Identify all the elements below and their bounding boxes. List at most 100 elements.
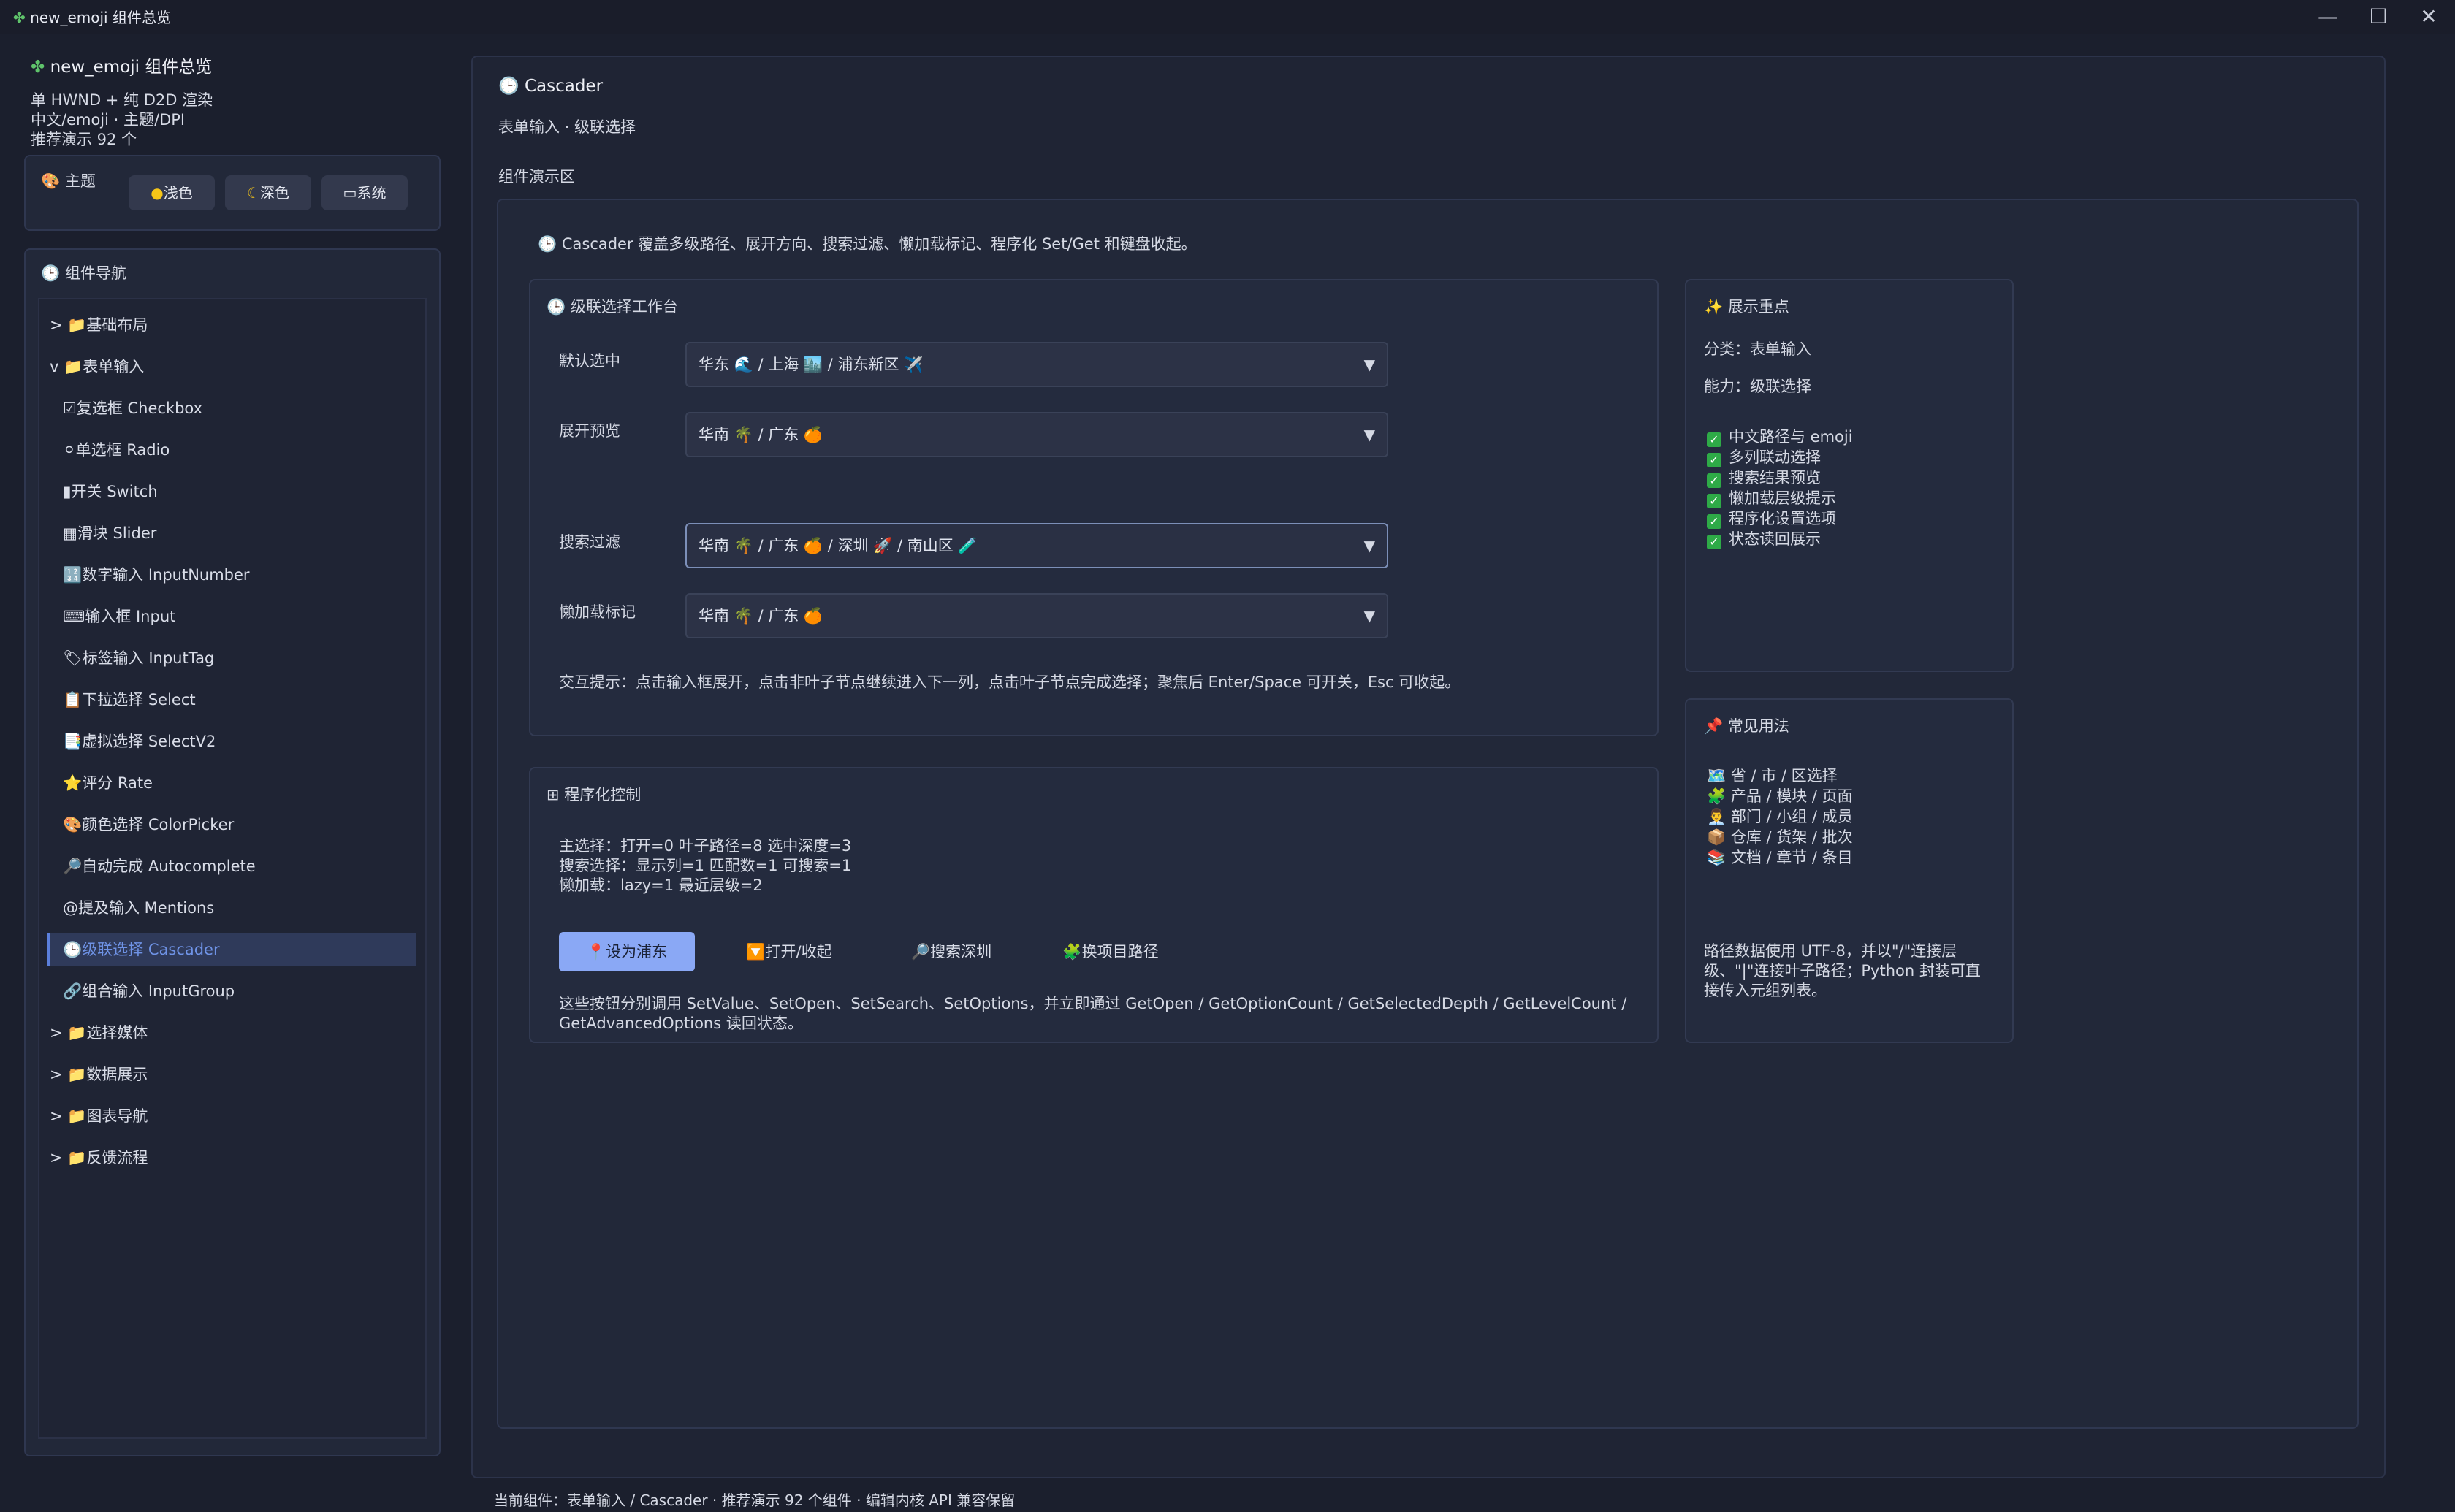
usage-note: 接传入元组列表。 [1704,982,1827,999]
page-title: 🕒 Cascader [498,77,604,96]
nav-item-basic-layout[interactable]: > 📁基础布局 [50,308,415,342]
sparkle-icon: ✨ [1704,298,1724,316]
program-note: 这些按钮分别调用 SetValue、SetOpen、SetSearch、SetO… [559,995,1627,1012]
nav-item-feedback-flow[interactable]: > 📁反馈流程 [50,1141,415,1175]
row-label-lazy: 懒加载标记 [559,603,636,621]
check-icon: ✓ [1707,453,1721,467]
usage-item: 🗺️ 省 / 市 / 区选择 [1707,767,1838,784]
theme-light-button[interactable]: ●浅色 [129,175,215,210]
caret-down-icon: ▼ [1363,356,1375,373]
cascader-search-filter[interactable]: 华南 🌴 / 广东 🍊 / 深圳 🚀 / 南山区 🧪 ▼ [685,523,1388,568]
highlights-title: ✨ 展示重点 [1704,298,1789,316]
sidebar-meta-line: 推荐演示 92 个 [31,131,137,148]
highlight-item: ✓ 懒加载层级提示 [1707,486,1836,508]
usage-title: 📌 常见用法 [1704,717,1789,735]
usage-item: 📦 仓库 / 货架 / 批次 [1707,828,1853,846]
close-button[interactable]: ✕ [2407,3,2451,31]
minimize-button[interactable]: — [2306,3,2350,31]
nav-item-select[interactable]: 📋下拉选择 Select [63,683,415,717]
nav-item-input-tag[interactable]: 🏷标签输入 InputTag [63,641,415,675]
puzzle-icon: ✤ [13,9,26,26]
highlight-item: ✓ 中文路径与 emoji [1707,425,1853,447]
usage-item: 👨‍💼 部门 / 小组 / 成员 [1707,808,1853,825]
nav-item-input[interactable]: ⌨输入框 Input [63,600,415,633]
program-title: ⊞ 程序化控制 [547,786,642,803]
puzzle-icon: ✤ [31,58,45,77]
nav-title: 🕒 组件导航 [41,264,126,282]
highlight-item: ✓ 多列联动选择 [1707,446,1821,467]
clock-icon: 🕒 [41,264,61,282]
nav-item-select-media[interactable]: > 📁选择媒体 [50,1016,415,1050]
nav-item-input-number[interactable]: 🔢数字输入 InputNumber [63,558,415,592]
workbench-title: 🕒 级联选择工作台 [547,298,678,316]
page-subtitle: 表单输入 · 级联选择 [498,118,636,136]
search-shenzhen-button[interactable]: 🔎搜索深圳 [893,932,1010,971]
monitor-icon: ▭ [343,184,357,202]
caret-down-icon: ▼ [1363,537,1375,554]
status-line: 搜索选择：显示列=1 匹配数=1 可搜索=1 [559,857,852,874]
nav-item-autocomplete[interactable]: 🔎自动完成 Autocomplete [63,849,415,883]
check-icon: ✓ [1707,432,1721,447]
highlight-item: ✓ 状态读回展示 [1707,527,1821,549]
theme-system-button[interactable]: ▭系统 [321,175,408,210]
highlight-item: ✓ 搜索结果预览 [1707,466,1821,488]
check-icon: ✓ [1707,514,1721,529]
demo-area-label: 组件演示区 [498,168,575,186]
clock-icon: 🕒 [498,77,519,96]
moon-icon: ☾ [247,184,260,202]
nav-item-cascader[interactable]: 🕒级联选择 Cascader [47,933,416,966]
nav-item-switch[interactable]: ▮开关 Switch [63,475,415,508]
cascader-lazy[interactable]: 华南 🌴 / 广东 🍊 ▼ [685,593,1388,638]
nav-item-slider[interactable]: ▦滑块 Slider [63,516,415,550]
pin-icon: 📌 [1704,717,1724,735]
sidebar-meta-line: 中文/emoji · 主题/DPI [31,111,186,129]
grid-icon: ⊞ [547,786,560,803]
program-note: GetAdvancedOptions 读回状态。 [559,1015,803,1032]
sidebar-meta-line: 单 HWND + 纯 D2D 渲染 [31,91,213,109]
nav-item-chart-nav[interactable]: > 📁图表导航 [50,1099,415,1133]
highlights-category: 分类：表单输入 [1704,340,1811,358]
status-line: 懒加载：lazy=1 最近层级=2 [559,877,763,894]
caret-down-icon: ▼ [1363,607,1375,625]
cascader-expand-preview[interactable]: 华南 🌴 / 广东 🍊 ▼ [685,412,1388,457]
set-pudong-button[interactable]: 📍设为浦东 [559,932,695,971]
window-title: ✤ new_emoji 组件总览 [13,9,171,26]
usage-note: 级、"|"连接叶子路径；Python 封装可直 [1704,962,1981,980]
interaction-hint: 交互提示：点击输入框展开，点击非叶子节点继续进入下一列，点击叶子节点完成选择；聚… [559,673,1461,691]
caret-down-icon: ▼ [1363,426,1375,443]
row-label-search: 搜索过滤 [559,533,620,551]
status-bar: 当前组件：表单输入 / Cascader · 推荐演示 92 个组件 · 编辑内… [494,1492,1016,1509]
status-line: 主选择：打开=0 叶子路径=8 选中深度=3 [559,837,852,855]
row-label-default: 默认选中 [559,352,620,370]
highlights-ability: 能力：级联选择 [1704,378,1811,395]
nav-item-radio[interactable]: ⚪单选框 Radio [63,433,415,467]
row-label-expand: 展开预览 [559,422,620,440]
toggle-open-button[interactable]: 🔽打开/收起 [731,932,848,971]
nav-item-rate[interactable]: ⭐评分 Rate [63,766,415,800]
usage-item: 📚 文档 / 章节 / 条目 [1707,849,1853,866]
nav-item-input-group[interactable]: 🔗组合输入 InputGroup [63,974,415,1008]
check-icon: ✓ [1707,535,1721,549]
usage-note: 路径数据使用 UTF-8，并以"/"连接层 [1704,942,1957,960]
check-icon: ✓ [1707,494,1721,508]
nav-item-mentions[interactable]: @提及输入 Mentions [63,891,415,925]
cascader-default[interactable]: 华东 🌊 / 上海 🏙️ / 浦东新区 ✈️ ▼ [685,342,1388,387]
theme-title: 🎨 主题 [41,172,96,190]
palette-icon: 🎨 [41,172,61,190]
highlight-item: ✓ 程序化设置选项 [1707,507,1836,529]
intro-text: 🕒 Cascader 覆盖多级路径、展开方向、搜索过滤、懒加载标记、程序化 Se… [538,235,1197,253]
check-icon: ✓ [1707,473,1721,488]
nav-item-color-picker[interactable]: 🎨颜色选择 ColorPicker [63,808,415,841]
sun-icon: ● [151,184,164,202]
usage-item: 🧩 产品 / 模块 / 页面 [1707,787,1853,805]
nav-item-form-input[interactable]: v 📁表单输入 [50,350,415,383]
maximize-button[interactable]: ☐ [2356,3,2400,31]
title-bar: ✤ new_emoji 组件总览 — ☐ ✕ [0,0,2455,34]
theme-dark-button[interactable]: ☾深色 [225,175,311,210]
nav-item-select-v2[interactable]: 📑虚拟选择 SelectV2 [63,725,415,758]
nav-item-checkbox[interactable]: ☑复选框 Checkbox [63,392,415,425]
clock-icon: 🕒 [547,298,566,316]
nav-item-data-display[interactable]: > 📁数据展示 [50,1058,415,1091]
clock-icon: 🕒 [538,235,557,253]
swap-project-path-button[interactable]: 🧩换项目路径 [1045,932,1176,971]
